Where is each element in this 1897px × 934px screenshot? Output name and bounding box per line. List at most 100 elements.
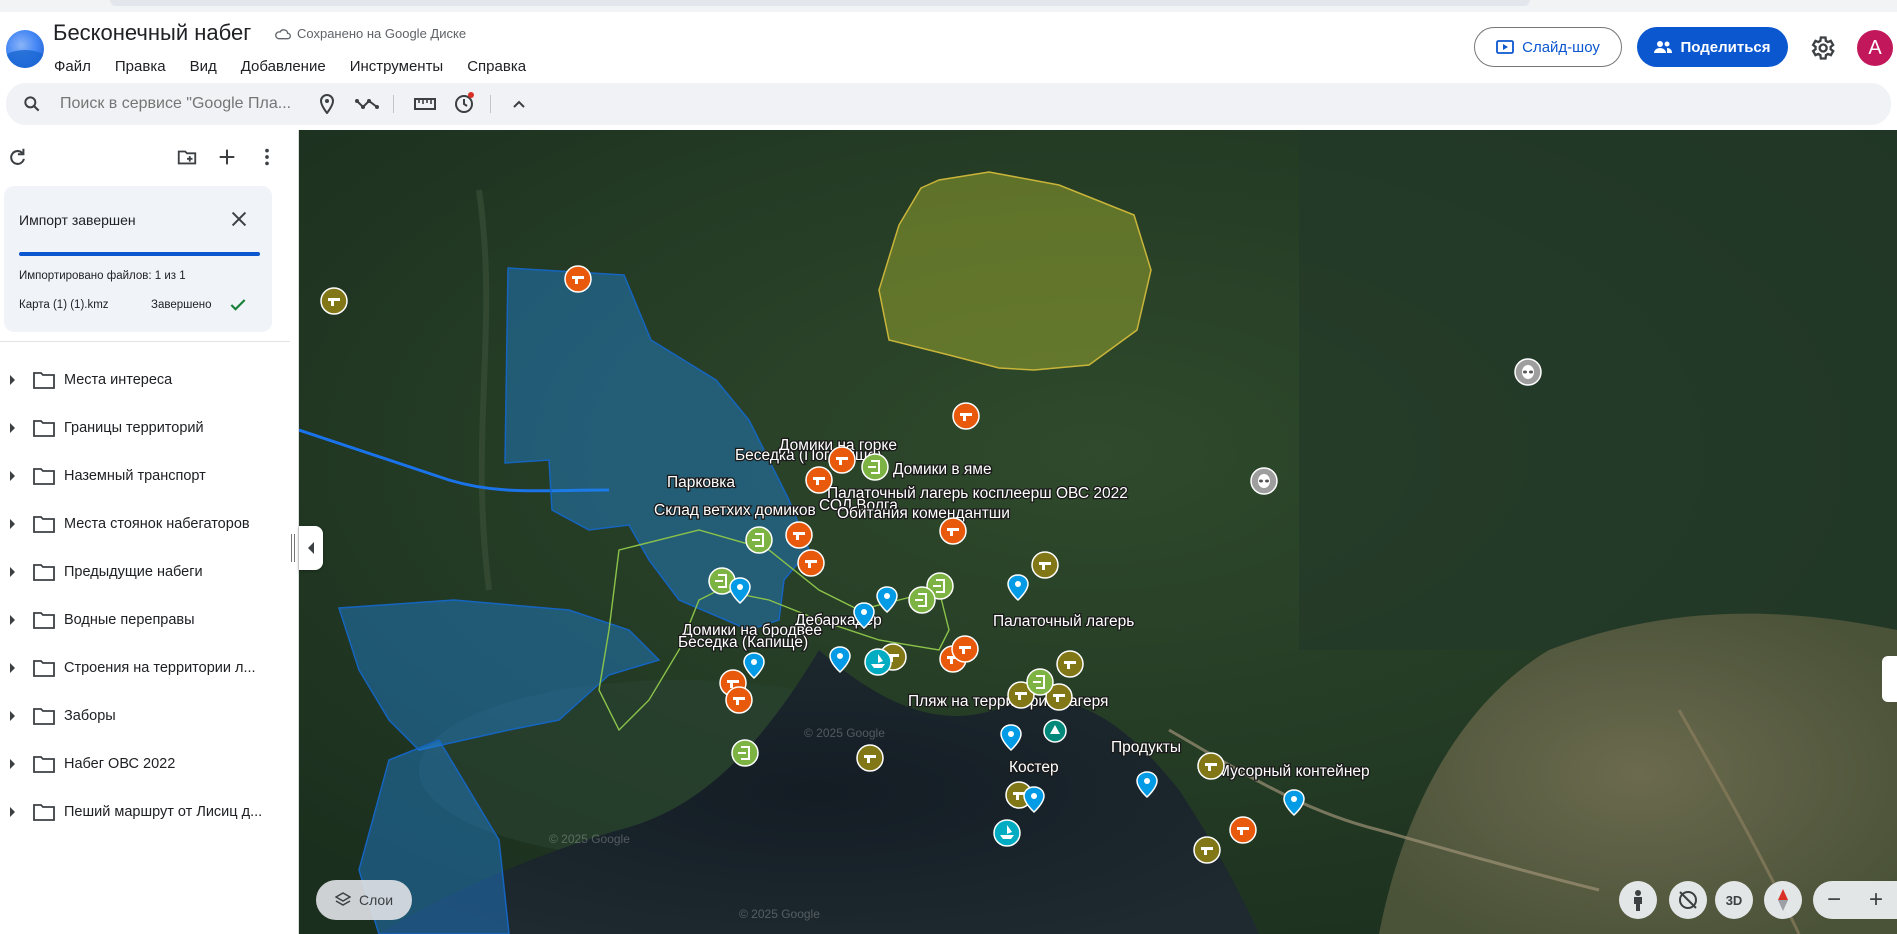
gun-marker-icon[interactable] <box>785 521 813 549</box>
gun-marker-icon[interactable] <box>951 635 979 663</box>
folder-icon <box>33 804 55 821</box>
gun-marker-icon[interactable] <box>939 517 967 545</box>
gun-marker-icon[interactable] <box>320 287 348 315</box>
menu-tools[interactable]: Инструменты <box>338 56 456 77</box>
forest-area <box>1299 130 1897 650</box>
alien-marker-icon[interactable] <box>1250 467 1278 495</box>
folder-item[interactable]: Водные переправы <box>0 596 290 644</box>
map-label[interactable]: Домики в яме <box>892 460 993 480</box>
menu-add[interactable]: Добавление <box>229 56 338 77</box>
account-avatar[interactable]: A <box>1857 30 1893 66</box>
map-label[interactable]: Парковка <box>666 473 737 493</box>
expand-arrow-icon[interactable] <box>10 663 15 673</box>
gun-marker-icon[interactable] <box>1229 816 1257 844</box>
gun-marker-icon[interactable] <box>828 446 856 474</box>
new-folder-icon[interactable] <box>176 146 198 168</box>
sidebar-resize-handle[interactable] <box>291 534 295 562</box>
map-label[interactable]: Обитания комендантши <box>836 504 1011 524</box>
expand-arrow-icon[interactable] <box>10 375 15 385</box>
gun-marker-icon[interactable] <box>856 744 884 772</box>
compass-button[interactable] <box>1764 881 1802 919</box>
folder-item[interactable]: Места интереса <box>0 356 290 404</box>
expand-arrow-icon[interactable] <box>10 519 15 529</box>
map-label[interactable]: Склад ветхих домиков <box>653 501 817 521</box>
measure-button[interactable] <box>413 92 437 116</box>
compass-reset-button[interactable] <box>1669 881 1707 919</box>
folder-item[interactable]: Заборы <box>0 692 290 740</box>
menu-view[interactable]: Вид <box>178 56 229 77</box>
slideshow-button[interactable]: Слайд-шоу <box>1474 27 1622 67</box>
exit-marker-icon[interactable] <box>861 453 889 481</box>
menu-file[interactable]: Файл <box>54 56 103 77</box>
toolbar <box>6 83 1891 125</box>
notification-dot <box>468 92 474 98</box>
side-panel-toggle[interactable] <box>1882 656 1897 702</box>
close-icon[interactable] <box>228 208 250 230</box>
gun-marker-icon[interactable] <box>725 686 753 714</box>
share-button[interactable]: Поделиться <box>1637 27 1788 67</box>
expand-arrow-icon[interactable] <box>10 759 15 769</box>
alien-marker-icon[interactable] <box>1514 358 1542 386</box>
gun-marker-icon[interactable] <box>952 402 980 430</box>
gun-marker-icon[interactable] <box>1197 752 1225 780</box>
folder-item[interactable]: Набег ОВС 2022 <box>0 740 290 788</box>
boat-marker-icon[interactable] <box>864 648 892 676</box>
zoom-in-button[interactable]: + <box>1869 886 1883 914</box>
gear-icon[interactable] <box>1808 34 1836 62</box>
folder-item[interactable]: Предыдущие набеги <box>0 548 290 596</box>
search-icon[interactable] <box>22 94 42 114</box>
gun-marker-icon[interactable] <box>1193 836 1221 864</box>
slideshow-label: Слайд-шоу <box>1522 38 1600 56</box>
gun-marker-icon[interactable] <box>564 265 592 293</box>
add-icon[interactable] <box>216 146 238 168</box>
draw-path-button[interactable] <box>355 92 379 116</box>
search-input[interactable] <box>60 95 300 113</box>
gun-marker-icon[interactable] <box>805 466 833 494</box>
pegman-button[interactable] <box>1619 881 1657 919</box>
expand-arrow-icon[interactable] <box>10 423 15 433</box>
exit-marker-icon[interactable] <box>1026 668 1054 696</box>
expand-arrow-icon[interactable] <box>10 567 15 577</box>
menu-help[interactable]: Справка <box>455 56 538 77</box>
refresh-icon[interactable] <box>6 146 28 168</box>
layers-icon <box>334 892 351 906</box>
folder-item[interactable]: Места стоянок набегаторов <box>0 500 290 548</box>
folder-item[interactable]: Границы территорий <box>0 404 290 452</box>
map-label[interactable]: Продукты <box>1110 738 1183 758</box>
folder-item[interactable]: Наземный транспорт <box>0 452 290 500</box>
historical-imagery-button[interactable] <box>452 92 476 116</box>
map-label[interactable]: Мусорный контейнер <box>1216 762 1371 782</box>
expand-arrow-icon[interactable] <box>10 807 15 817</box>
add-placemark-button[interactable] <box>315 92 339 116</box>
satellite-map[interactable]: Беседка (Поганище) Домики на горке Домик… <box>299 130 1897 934</box>
collapse-sidebar-button[interactable] <box>299 526 323 570</box>
layers-button[interactable]: Слои <box>316 880 412 920</box>
expand-arrow-icon[interactable] <box>10 615 15 625</box>
gun-marker-icon[interactable] <box>1056 650 1084 678</box>
exit-marker-icon[interactable] <box>908 586 936 614</box>
exit-marker-icon[interactable] <box>745 526 773 554</box>
import-status-card: Импорт завершен Импортировано файлов: 1 … <box>4 186 272 332</box>
gun-marker-icon[interactable] <box>1031 551 1059 579</box>
gun-marker-icon[interactable] <box>797 549 825 577</box>
exit-marker-icon[interactable] <box>731 739 759 767</box>
expand-arrow-icon[interactable] <box>10 471 15 481</box>
top-strip-bar <box>110 0 1530 6</box>
more-vert-icon[interactable] <box>256 146 278 168</box>
menu-edit[interactable]: Правка <box>103 56 178 77</box>
boat-marker-icon[interactable] <box>993 819 1021 847</box>
zoom-out-button[interactable]: − <box>1827 886 1841 914</box>
google-earth-logo[interactable] <box>6 30 44 68</box>
project-title[interactable]: Бесконечный набег <box>53 20 251 46</box>
map-label[interactable]: Костер <box>1008 758 1060 778</box>
folder-item[interactable]: Пеший маршрут от Лисиц д... <box>0 788 290 836</box>
collapse-toolbar-button[interactable] <box>507 92 531 116</box>
3d-toggle-button[interactable]: 3D <box>1715 881 1753 919</box>
triangle-marker-icon[interactable] <box>1043 719 1067 743</box>
folder-item[interactable]: Строения на территории л... <box>0 644 290 692</box>
map-label[interactable]: Беседка (Капище) <box>677 633 810 653</box>
map-label[interactable]: Палаточный лагерь <box>992 612 1136 632</box>
chevron-up-icon <box>513 100 525 108</box>
folder-icon <box>33 420 55 437</box>
expand-arrow-icon[interactable] <box>10 711 15 721</box>
